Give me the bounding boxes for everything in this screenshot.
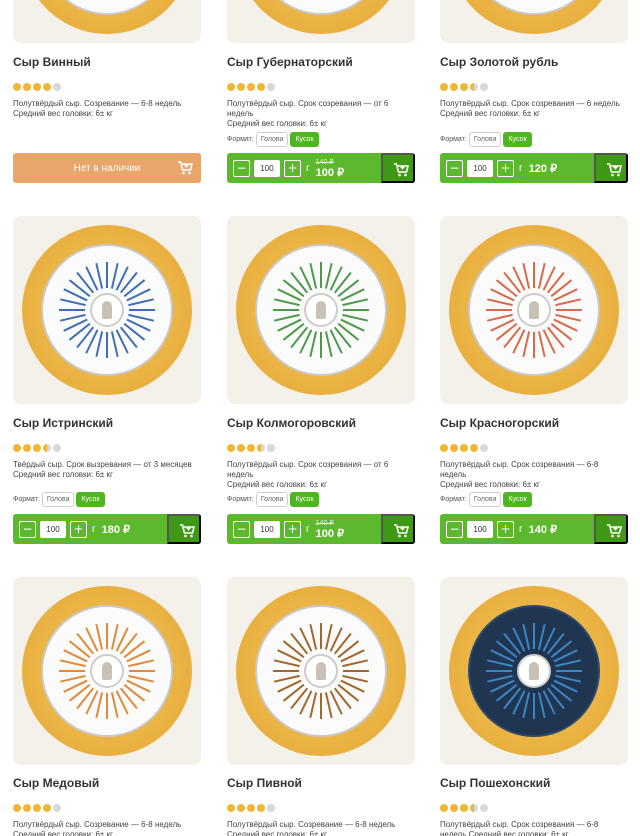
label-line [342, 659, 369, 668]
label-line [115, 627, 129, 652]
label-line [486, 659, 513, 668]
star-icon [43, 804, 51, 812]
cheese-label [255, 605, 387, 737]
label-line [309, 623, 318, 650]
label-line [533, 623, 535, 649]
cheesemaker-emblem [90, 654, 124, 688]
cheese-label [468, 605, 600, 737]
star-icon [247, 804, 255, 812]
description-line: недель Средний вес головки: 6± кг [440, 830, 569, 836]
label-line [309, 692, 318, 719]
cheese-wheel [236, 586, 406, 756]
product-description: Полутвёрдый сыр. Созревание — 6-8 недель… [13, 820, 201, 836]
description-line: Средний вес головки: 6± кг [227, 830, 327, 836]
label-line [273, 659, 300, 668]
star-icon [33, 804, 41, 812]
product-description: Полутвёрдый сыр. Срок созревания — 6-8 не… [440, 820, 628, 836]
product-title[interactable]: Сыр Пивной [227, 776, 302, 790]
star-icon [13, 804, 21, 812]
label-line [59, 659, 86, 668]
label-line [522, 692, 531, 719]
label-line [320, 623, 322, 649]
product-card: Сыр Пошехонский Полутвёрдый сыр. Срок соз… [440, 0, 628, 836]
label-line [556, 670, 582, 672]
label-line [95, 692, 104, 719]
label-line [128, 659, 155, 668]
label-line [542, 627, 556, 652]
product-image[interactable] [440, 577, 628, 765]
description-line: Полутвёрдый сыр. Созревание — 6-8 недель [227, 820, 396, 829]
label-line [106, 693, 108, 719]
star-icon [267, 804, 275, 812]
cheesemaker-emblem [517, 654, 551, 688]
label-line [59, 670, 85, 672]
label-line [555, 659, 582, 668]
label-line [320, 693, 322, 719]
star-icon [480, 804, 488, 812]
rating-stars [440, 804, 488, 812]
product-title[interactable]: Сыр Пошехонский [440, 776, 550, 790]
label-line [273, 670, 299, 672]
label-line [329, 627, 343, 652]
label-line [486, 670, 512, 672]
product-title[interactable]: Сыр Медовый [13, 776, 99, 790]
label-line [95, 623, 104, 650]
description-line: Средний вес головки: 6± кг [13, 830, 113, 836]
label-line [277, 679, 302, 693]
label-line [106, 623, 108, 649]
product-image[interactable] [227, 577, 415, 765]
cheesemaker-emblem [304, 654, 338, 688]
star-icon [440, 804, 448, 812]
product-description: Полутвёрдый сыр. Созревание — 6-8 недель… [227, 820, 415, 836]
star-icon [237, 804, 245, 812]
star-icon [450, 804, 458, 812]
cheese-wheel [22, 586, 192, 756]
rating-stars [227, 804, 275, 812]
label-line [490, 679, 515, 693]
star-icon [23, 804, 31, 812]
rating-stars [13, 804, 61, 812]
product-card: Сыр Пивной Полутвёрдый сыр. Созревание — … [227, 0, 415, 836]
star-icon [460, 804, 468, 812]
product-card: Сыр Медовый Полутвёрдый сыр. Созревание —… [13, 0, 201, 836]
label-line [129, 670, 155, 672]
label-line [63, 679, 88, 693]
star-icon [53, 804, 61, 812]
description-line: Полутвёрдый сыр. Созревание — 6-8 недель [13, 820, 182, 829]
star-icon [257, 804, 265, 812]
label-line [522, 623, 531, 650]
label-line [533, 693, 535, 719]
description-line: Полутвёрдый сыр. Срок созревания — 6-8 [440, 820, 599, 829]
cheese-label [41, 605, 173, 737]
label-line [343, 670, 369, 672]
star-icon [470, 804, 478, 812]
star-icon [227, 804, 235, 812]
product-image[interactable] [13, 577, 201, 765]
cheese-wheel [449, 586, 619, 756]
